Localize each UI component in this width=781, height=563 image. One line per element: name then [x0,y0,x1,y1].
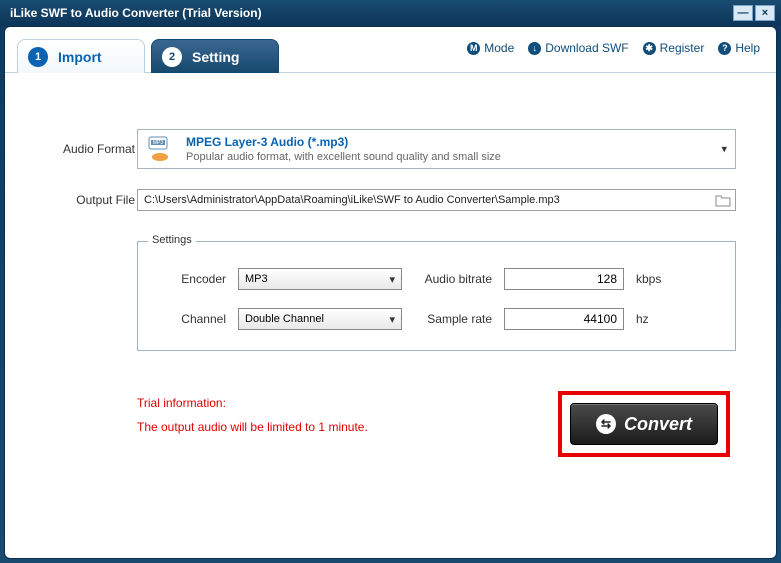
convert-button[interactable]: ⇆ Convert [570,403,718,445]
help-icon: ? [718,42,731,55]
nav-label: Register [660,41,705,55]
label-output-file: Output File [45,193,137,207]
nav-download-swf[interactable]: ↓ Download SWF [528,41,628,55]
svg-text:MP3: MP3 [153,140,164,146]
label-audio-bitrate: Audio bitrate [414,272,492,286]
footer: Trial information: The output audio will… [137,391,730,457]
format-title: MPEG Layer-3 Audio (*.mp3) [186,135,501,149]
titlebar: iLike SWF to Audio Converter (Trial Vers… [0,0,781,26]
row-output-file: Output File C:\Users\Administrator\AppDa… [45,189,736,211]
mp3-file-icon: MP3 [146,136,176,162]
tab-label: Import [58,49,102,65]
settings-group: Settings Encoder MP3 Audio bitrate 128 k… [137,241,736,351]
close-button[interactable]: × [755,5,775,21]
output-path-value: C:\Users\Administrator\AppData\Roaming\i… [144,194,560,206]
window-title: iLike SWF to Audio Converter (Trial Vers… [10,6,262,20]
nav-mode[interactable]: M Mode [467,41,514,55]
convert-label: Convert [624,414,692,435]
label-encoder: Encoder [162,272,226,286]
label-channel: Channel [162,312,226,326]
unit-hz: hz [636,312,672,326]
content: Audio Format MP3 MPEG Layer-3 Audio (*.m… [5,73,776,475]
tabs: 1 Import 2 Setting [17,39,279,73]
chevron-down-icon: ▾ [721,143,727,156]
settings-legend: Settings [148,234,196,246]
trial-message: The output audio will be limited to 1 mi… [137,415,368,439]
tab-import[interactable]: 1 Import [17,39,145,73]
register-icon: ✱ [643,42,656,55]
label-sample-rate: Sample rate [414,312,492,326]
minimize-button[interactable]: — [733,5,753,21]
tab-number-icon: 2 [162,47,182,67]
app-window: iLike SWF to Audio Converter (Trial Vers… [0,0,781,563]
label-audio-format: Audio Format [45,142,137,156]
channel-select[interactable]: Double Channel [238,308,402,330]
nav-register[interactable]: ✱ Register [643,41,705,55]
nav-label: Download SWF [545,41,628,55]
audio-format-select[interactable]: MP3 MPEG Layer-3 Audio (*.mp3) Popular a… [137,129,736,169]
tab-label: Setting [192,49,239,65]
tab-setting[interactable]: 2 Setting [151,39,279,73]
header: 1 Import 2 Setting M Mode ↓ Download SWF [5,27,776,73]
convert-highlight: ⇆ Convert [558,391,730,457]
nav-label: Mode [484,41,514,55]
nav-label: Help [735,41,760,55]
output-file-field[interactable]: C:\Users\Administrator\AppData\Roaming\i… [137,189,736,211]
nav-help[interactable]: ? Help [718,41,760,55]
download-icon: ↓ [528,42,541,55]
convert-icon: ⇆ [596,414,616,434]
row-audio-format: Audio Format MP3 MPEG Layer-3 Audio (*.m… [45,129,736,169]
mode-icon: M [467,42,480,55]
encoder-select[interactable]: MP3 [238,268,402,290]
tab-number-icon: 1 [28,47,48,67]
unit-kbps: kbps [636,272,672,286]
app-body: 1 Import 2 Setting M Mode ↓ Download SWF [4,26,777,559]
sample-rate-input[interactable]: 44100 [504,308,624,330]
trial-info: Trial information: The output audio will… [137,391,368,439]
nav-links: M Mode ↓ Download SWF ✱ Register ? Help [467,41,760,55]
trial-title: Trial information: [137,391,368,415]
audio-bitrate-input[interactable]: 128 [504,268,624,290]
format-subtitle: Popular audio format, with excellent sou… [186,151,501,163]
browse-folder-icon[interactable] [715,193,731,207]
